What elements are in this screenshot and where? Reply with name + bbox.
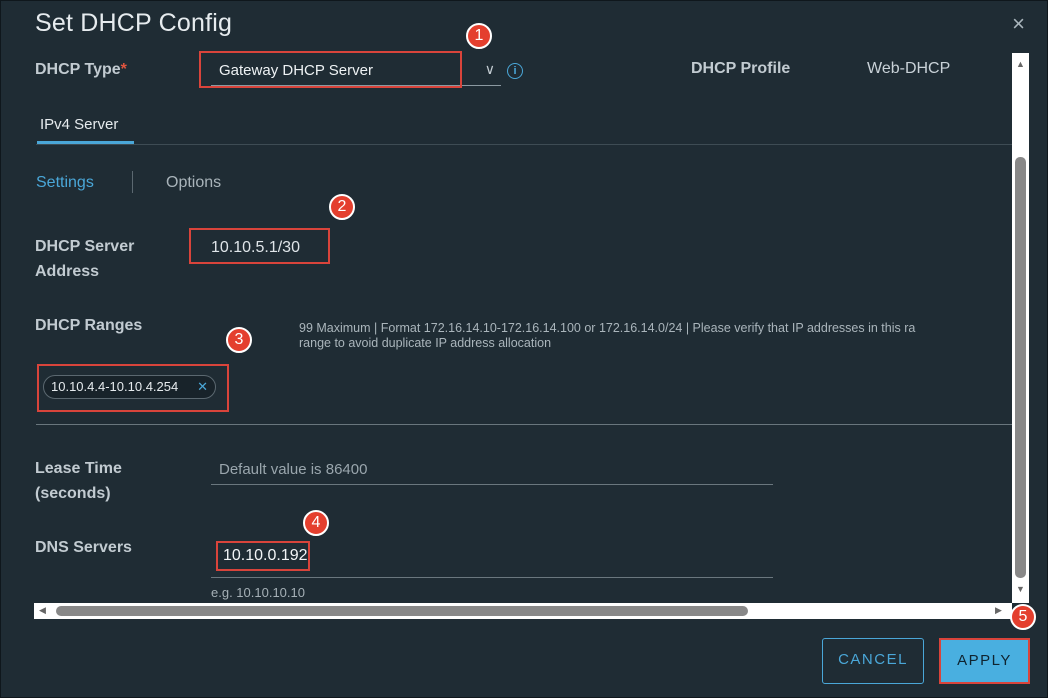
vertical-scroll-thumb[interactable] bbox=[1015, 157, 1026, 578]
server-address-label-line2: Address bbox=[35, 263, 100, 280]
lease-time-label-line2: (seconds) bbox=[35, 485, 111, 502]
cancel-button[interactable]: CANCEL bbox=[822, 638, 924, 684]
step-badge-3: 3 bbox=[226, 327, 252, 353]
scroll-right-arrow-icon[interactable]: ▶ bbox=[995, 605, 1002, 616]
dialog-content: DHCP Type* Gateway DHCP Server ∨ i DHCP … bbox=[1, 51, 1029, 605]
dhcp-ranges-label: DHCP Ranges bbox=[35, 317, 143, 334]
required-mark: * bbox=[120, 61, 127, 78]
horizontal-scroll-thumb[interactable] bbox=[56, 606, 748, 616]
dhcp-ranges-hint: 99 Maximum | Format 172.16.14.10-172.16.… bbox=[299, 321, 915, 351]
dhcp-ranges-hint-line2: range to avoid duplicate IP address allo… bbox=[299, 336, 552, 350]
step-badge-4: 4 bbox=[303, 510, 329, 536]
lease-time-input[interactable]: Default value is 86400 bbox=[219, 461, 367, 478]
subtab-settings[interactable]: Settings bbox=[36, 174, 94, 192]
dns-servers-label: DNS Servers bbox=[35, 539, 132, 556]
lease-time-underline bbox=[211, 484, 773, 485]
highlight-box-1 bbox=[199, 51, 462, 88]
horizontal-scrollbar[interactable]: ◀ ▶ bbox=[34, 603, 1012, 619]
scroll-down-arrow-icon[interactable]: ▼ bbox=[1016, 584, 1025, 594]
set-dhcp-config-dialog: Set DHCP Config × DHCP Type* Gateway DHC… bbox=[0, 0, 1048, 698]
server-address-label: DHCP Server Address bbox=[35, 234, 134, 284]
subtab-separator bbox=[132, 171, 133, 193]
tab-ipv4-server[interactable]: IPv4 Server bbox=[37, 116, 134, 144]
highlight-box-4 bbox=[216, 541, 310, 571]
tab-divider bbox=[36, 144, 1016, 145]
vertical-scrollbar[interactable]: ▲ ▼ bbox=[1012, 53, 1029, 603]
scroll-up-arrow-icon[interactable]: ▲ bbox=[1016, 59, 1025, 69]
step-badge-1: 1 bbox=[466, 23, 492, 49]
dialog-title: Set DHCP Config bbox=[35, 9, 233, 37]
dns-servers-underline bbox=[211, 577, 773, 578]
dhcp-type-label: DHCP Type* bbox=[35, 57, 127, 82]
info-icon[interactable]: i bbox=[507, 63, 523, 79]
step-badge-2: 2 bbox=[329, 194, 355, 220]
tab-ipv4-label: IPv4 Server bbox=[40, 116, 119, 133]
highlight-box-3 bbox=[37, 364, 229, 412]
chevron-down-icon[interactable]: ∨ bbox=[485, 61, 495, 78]
section-divider bbox=[36, 424, 1016, 425]
server-address-label-line1: DHCP Server bbox=[35, 238, 135, 255]
highlight-box-2 bbox=[189, 228, 330, 264]
dhcp-profile-value[interactable]: Web-DHCP bbox=[867, 60, 950, 78]
dhcp-type-label-text: DHCP Type bbox=[35, 61, 121, 78]
subtab-options[interactable]: Options bbox=[166, 174, 221, 192]
scroll-left-arrow-icon[interactable]: ◀ bbox=[39, 605, 46, 616]
step-badge-5: 5 bbox=[1010, 604, 1036, 630]
close-icon[interactable]: × bbox=[1012, 13, 1025, 35]
dns-servers-example: e.g. 10.10.10.10 bbox=[211, 585, 305, 600]
dhcp-profile-label: DHCP Profile bbox=[691, 60, 791, 77]
lease-time-label: Lease Time (seconds) bbox=[35, 456, 122, 506]
dhcp-ranges-hint-line1: 99 Maximum | Format 172.16.14.10-172.16.… bbox=[299, 321, 916, 335]
apply-button[interactable]: APPLY bbox=[939, 638, 1030, 684]
lease-time-label-line1: Lease Time bbox=[35, 460, 122, 477]
